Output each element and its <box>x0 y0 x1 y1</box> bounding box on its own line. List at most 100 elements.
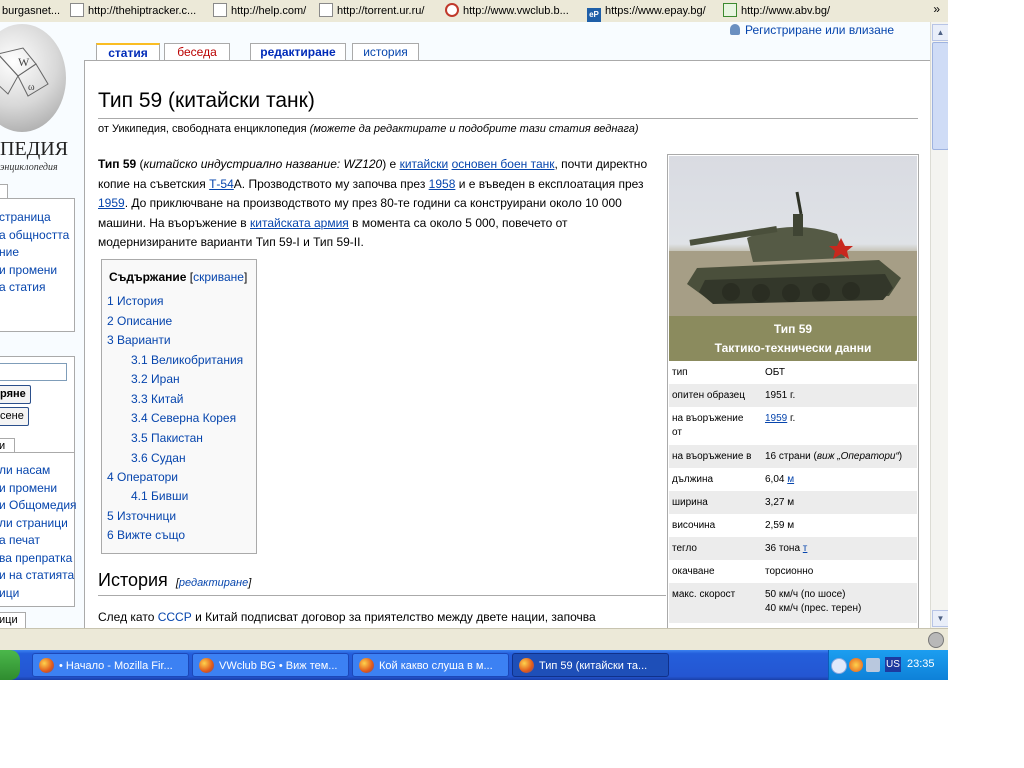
firefox-icon <box>519 658 534 673</box>
bookmark-help[interactable]: http://help.com/ <box>213 3 306 19</box>
link-1958[interactable]: 1958 <box>429 177 456 191</box>
scroll-up-icon[interactable]: ▲ <box>932 24 948 41</box>
tab-history[interactable]: история <box>352 43 419 61</box>
sidebar-link-recent-changes[interactable]: и промени <box>0 262 74 280</box>
infobox-header: Тип 59 Тактико-технически данни <box>669 316 917 361</box>
svg-text:ω: ω <box>28 82 35 93</box>
user-icon <box>730 24 740 35</box>
page-icon <box>213 3 227 17</box>
link-t54[interactable]: Т-54 <box>209 177 234 191</box>
toc-header: Съдържание [скриване] <box>109 270 248 284</box>
sidebar-link-random-article[interactable]: а статия <box>0 279 74 297</box>
infobox-link-tonne[interactable]: т <box>803 543 808 554</box>
infobox-row: на въоръжение от 1959 г. <box>672 413 796 438</box>
table-of-contents: Съдържание [скриване] 1 История 2 Описан… <box>101 259 257 554</box>
infobox-row: тип ОБТ <box>672 367 785 378</box>
toc-item-variants[interactable]: 3 Варианти <box>107 333 171 347</box>
task-button-vwclub[interactable]: VWclub BG • Виж тем... <box>192 653 349 677</box>
toc-item-north-korea[interactable]: 3.4 Северна Корея <box>131 411 236 425</box>
search-input[interactable] <box>0 363 67 381</box>
task-button-music-thread[interactable]: Кой какво слуша в м... <box>352 653 509 677</box>
network-icon[interactable] <box>866 658 880 672</box>
search-go-button[interactable]: ряне <box>0 385 31 404</box>
sidebar-link-printable[interactable]: а печат <box>0 532 74 550</box>
bookmark-vwclub[interactable]: http://www.vwclub.b... <box>445 3 569 19</box>
section-divider <box>98 595 666 596</box>
tank-photo[interactable] <box>669 156 917 316</box>
title-divider <box>98 118 918 119</box>
toolbox-portlet-tab: и <box>0 438 15 453</box>
sidebar-link-special-pages[interactable]: ли страници <box>0 515 74 533</box>
status-icon[interactable] <box>928 632 944 648</box>
page-scrollbar[interactable]: ▲ ▼ <box>930 22 948 628</box>
toc-item-sudan[interactable]: 3.6 Судан <box>131 451 186 465</box>
scrollbar-thumb[interactable] <box>932 42 948 150</box>
infobox-row: дължина 6,04 м <box>672 474 795 485</box>
infobox-row: ширина 3,27 м <box>669 491 917 514</box>
bookmarks-toolbar: burgasnet... http://thehiptracker.c... h… <box>0 0 948 23</box>
section-edit-link[interactable]: редактиране <box>179 577 248 589</box>
infobox-row: височина 2,59 м <box>672 520 795 531</box>
sidebar-link-what-links-here[interactable]: ли насам <box>0 462 74 480</box>
page-icon <box>70 3 84 17</box>
sidebar-link-main-page[interactable]: страница <box>0 209 74 227</box>
language-indicator[interactable]: US <box>885 657 901 672</box>
wikipedia-tagline: энциклопедия <box>0 162 58 173</box>
sidebar-link-community-portal[interactable]: а общността <box>0 227 74 245</box>
firefox-icon <box>199 658 214 673</box>
web-page: W ω ПЕДИЯ энциклопедия страница а общнос… <box>0 22 930 628</box>
toc-item-former[interactable]: 4.1 Бивши <box>131 489 188 503</box>
languages-portlet-tab: ици <box>0 612 26 628</box>
history-paragraph: След като СССР и Китай подписват договор… <box>98 610 596 624</box>
sidebar-link-cite[interactable]: и на статията <box>0 567 74 585</box>
scroll-down-icon[interactable]: ▼ <box>932 610 948 627</box>
navigation-portlet-tab <box>0 184 8 199</box>
infobox-row: опитен образец 1951 г. <box>669 384 917 407</box>
bookmark-burgasnet[interactable]: burgasnet... <box>2 3 60 19</box>
infobox-link-metre[interactable]: м <box>787 474 794 485</box>
link-ussr[interactable]: СССР <box>158 610 192 624</box>
sidebar-link-upload[interactable]: и Общомедия <box>0 497 77 515</box>
task-button-firefox-home[interactable]: • Начало - Mozilla Fir... <box>32 653 189 677</box>
sidebar-link-permanent-link[interactable]: ва препратка <box>0 550 74 568</box>
tray-expand-icon[interactable] <box>831 658 847 674</box>
bookmarks-overflow-button[interactable]: » <box>933 2 940 16</box>
page-title: Тип 59 (китайски танк) <box>98 89 315 112</box>
toc-hide-link[interactable]: скриване <box>193 270 244 284</box>
sidebar-link-cite-2[interactable]: ици <box>0 585 74 603</box>
puzzle-globe-icon: W ω <box>0 47 49 97</box>
bookmark-abv[interactable]: http://www.abv.bg/ <box>723 3 830 19</box>
toc-item-china[interactable]: 3.3 Китай <box>131 392 183 406</box>
toc-item-sources[interactable]: 5 Източници <box>107 509 176 523</box>
clock: 23:35 <box>907 658 935 670</box>
status-bar <box>0 628 948 651</box>
link-chinese[interactable]: китайски <box>400 157 449 171</box>
task-button-type59[interactable]: Тип 59 (китайски та... <box>512 653 669 677</box>
login-link[interactable]: Регистриране или влизане <box>730 23 894 37</box>
infobox-link-1959[interactable]: 1959 <box>765 413 787 424</box>
toc-item-uk[interactable]: 3.1 Великобритания <box>131 353 243 367</box>
toc-item-operators[interactable]: 4 Оператори <box>107 470 178 484</box>
link-main-battle-tank[interactable]: основен боен танк <box>452 157 555 171</box>
start-button[interactable] <box>0 650 20 680</box>
link-chinese-army[interactable]: китайската армия <box>250 216 349 230</box>
wikipedia-globe-logo[interactable]: W ω <box>0 24 66 132</box>
search-button[interactable]: сене <box>0 407 29 426</box>
toc-item-pakistan[interactable]: 3.5 Пакистан <box>131 431 203 445</box>
toc-item-iran[interactable]: 3.2 Иран <box>131 372 180 386</box>
sidebar-link-about[interactable]: ние <box>0 244 74 262</box>
toc-item-description[interactable]: 2 Описание <box>107 314 172 328</box>
toc-item-see-also[interactable]: 6 Вижте също <box>107 528 185 542</box>
sidebar-link-related-changes[interactable]: и промени <box>0 480 74 498</box>
bookmark-torrent[interactable]: http://torrent.ur.ru/ <box>319 3 424 19</box>
tab-talk[interactable]: беседа <box>164 43 230 61</box>
infobox-row: окачване торсионно <box>672 566 814 577</box>
link-1959[interactable]: 1959 <box>98 196 125 210</box>
tray-app-icon[interactable] <box>849 658 863 672</box>
tab-edit[interactable]: редактиране <box>250 43 346 61</box>
system-tray: US 23:35 <box>828 650 948 680</box>
firefox-icon <box>359 658 374 673</box>
toc-item-history[interactable]: 1 История <box>107 294 164 308</box>
bookmark-epay[interactable]: eP https://www.epay.bg/ <box>587 3 706 22</box>
bookmark-thehiptracker[interactable]: http://thehiptracker.c... <box>70 3 196 19</box>
